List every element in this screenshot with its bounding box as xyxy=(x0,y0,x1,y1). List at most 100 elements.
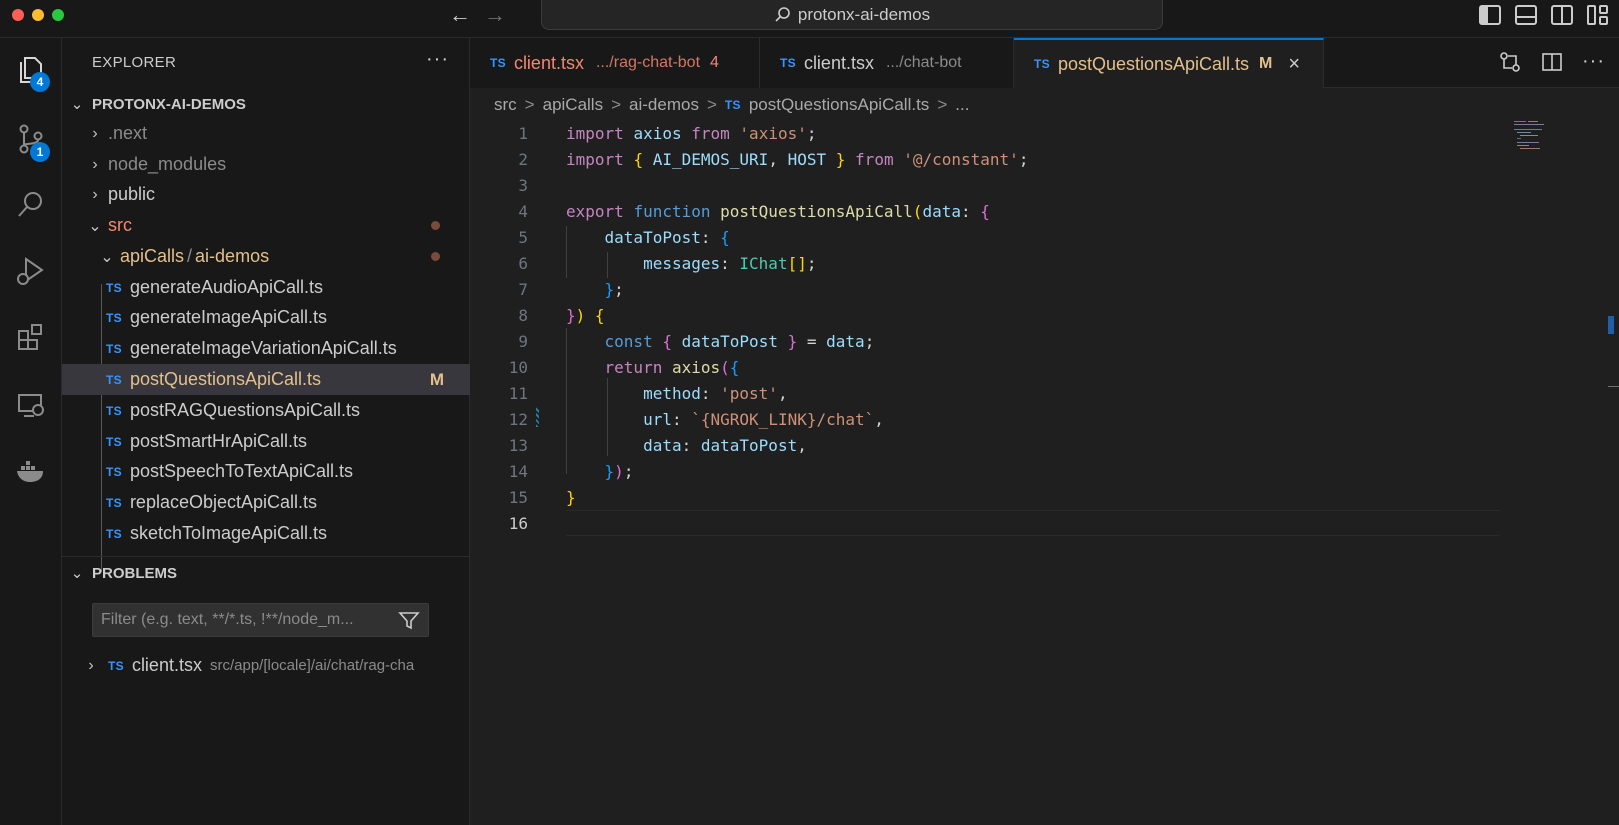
chevron-down-icon: ⌄ xyxy=(70,565,84,582)
extensions-activity-button[interactable] xyxy=(0,306,62,368)
close-tab-icon[interactable]: × xyxy=(1288,53,1300,76)
line-number: 15 xyxy=(508,487,528,507)
code-line: 7 }; xyxy=(470,276,1500,302)
tree-item-label: node_modules xyxy=(108,154,227,174)
typescript-file-icon: TS xyxy=(106,403,122,418)
tree-item-label: apiCalls xyxy=(120,246,185,266)
title-bar: ← → protonx-ai-demos xyxy=(0,0,1619,38)
chevron-right-icon: › xyxy=(92,155,98,173)
search-activity-button[interactable] xyxy=(0,174,62,236)
tab-path: .../rag-chat-bot xyxy=(595,54,701,71)
run-debug-icon xyxy=(17,257,44,285)
tab-client-rag-chat-bot[interactable]: TS client.tsx .../rag-chat-bot 4 xyxy=(470,38,760,88)
editor-tabs: TS client.tsx .../rag-chat-bot 4 TS clie… xyxy=(470,38,1619,88)
tree-item-label: generateAudioApiCall.ts xyxy=(129,277,324,297)
breadcrumb-separator: > xyxy=(706,95,717,114)
toggle-panel-icon[interactable] xyxy=(1515,5,1537,25)
close-window-button[interactable] xyxy=(12,9,24,21)
search-icon xyxy=(775,6,790,22)
tree-item-label: generateImageVariationApiCall.ts xyxy=(129,338,397,358)
tree-item-label: generateImageApiCall.ts xyxy=(129,307,328,327)
tree-file[interactable]: TS postSmartHrApiCall.ts xyxy=(62,426,470,457)
tree-folder-apicalls-ai-demos[interactable]: ⌄ apiCalls / ai-demos xyxy=(62,241,470,272)
code-line: 12 url: `{NGROK_LINK}/chat`, xyxy=(470,406,1500,432)
minimize-window-button[interactable] xyxy=(32,9,44,21)
toggle-primary-sidebar-icon[interactable] xyxy=(1479,5,1501,25)
problem-file-row[interactable]: › TS client.tsx src/app/[locale]/ai/chat… xyxy=(62,650,470,681)
tree-file[interactable]: TS generateAudioApiCall.ts xyxy=(62,272,470,303)
command-center-text: protonx-ai-demos xyxy=(797,4,931,24)
line-number: 5 xyxy=(518,227,528,247)
split-editor-icon[interactable] xyxy=(1540,50,1564,74)
tree-file[interactable]: TS postRAGQuestionsApiCall.ts xyxy=(62,395,470,426)
problems-section-header[interactable]: ⌄ PROBLEMS xyxy=(62,558,470,588)
line-number: 1 xyxy=(518,123,528,143)
line-number: 10 xyxy=(508,357,528,377)
tree-file[interactable]: TS generateImageVariationApiCall.ts xyxy=(62,333,470,364)
filter-icon[interactable] xyxy=(398,610,420,632)
maximize-window-button[interactable] xyxy=(52,9,64,21)
line-number: 14 xyxy=(508,461,528,481)
tree-folder-src[interactable]: ⌄ src xyxy=(62,210,470,241)
tree-file[interactable]: TS sketchToImageApiCall.ts xyxy=(62,518,470,549)
git-modified-gutter-marker xyxy=(536,407,539,427)
tree-folder-next[interactable]: › .next xyxy=(62,118,470,149)
chevron-right-icon: › xyxy=(92,124,98,142)
tree-file[interactable]: TS replaceObjectApiCall.ts xyxy=(62,487,470,518)
tree-item-label: src xyxy=(108,215,132,235)
command-center-search[interactable]: protonx-ai-demos xyxy=(541,0,1163,30)
chevron-down-icon: ⌄ xyxy=(100,248,114,266)
minimap[interactable] xyxy=(1512,120,1562,150)
code-line: 6 messages: IChat[]; xyxy=(470,250,1500,276)
more-actions-icon[interactable]: ··· xyxy=(426,48,449,71)
code-line: 5 dataToPost: { xyxy=(470,224,1500,250)
forward-arrow-icon[interactable]: → xyxy=(484,4,506,26)
tree-folder-public[interactable]: › public xyxy=(62,179,470,210)
line-number: 9 xyxy=(518,331,528,351)
problems-filter-input[interactable] xyxy=(101,611,391,629)
code-line: 3 xyxy=(470,172,1500,198)
more-actions-icon[interactable]: ··· xyxy=(1582,50,1605,74)
breadcrumb-item[interactable]: postQuestionsApiCall.ts xyxy=(749,95,929,115)
compact-folder-separator: / xyxy=(187,246,193,266)
back-arrow-icon[interactable]: ← xyxy=(449,4,471,26)
scrollbar-cursor-marker xyxy=(1608,386,1619,387)
docker-activity-button[interactable] xyxy=(0,440,62,502)
remote-explorer-activity-button[interactable] xyxy=(0,374,62,436)
tree-item-label: postRAGQuestionsApiCall.ts xyxy=(129,400,361,420)
toggle-secondary-sidebar-icon[interactable] xyxy=(1551,5,1573,25)
problems-filter[interactable] xyxy=(92,603,429,637)
tree-item-label: .next xyxy=(108,123,148,143)
breadcrumb-item[interactable]: src xyxy=(494,95,517,115)
source-control-activity-button[interactable]: 1 xyxy=(0,108,62,170)
tree-file[interactable]: TS postSpeechToTextApiCall.ts xyxy=(62,456,470,487)
workspace-root[interactable]: ⌄ PROTONX-AI-DEMOS xyxy=(62,89,470,119)
docker-icon xyxy=(17,461,43,482)
breadcrumb-item[interactable]: ... xyxy=(955,95,969,115)
line-number: 6 xyxy=(518,253,528,273)
line-number: 11 xyxy=(508,383,528,403)
typescript-file-icon: TS xyxy=(106,310,122,325)
tab-path: .../chat-bot xyxy=(885,54,962,71)
customize-layout-icon[interactable] xyxy=(1587,5,1609,25)
code-line: 11 method: 'post', xyxy=(470,380,1500,406)
run-debug-activity-button[interactable] xyxy=(0,240,62,302)
tree-file-selected[interactable]: TS postQuestionsApiCall.ts M xyxy=(62,364,470,395)
typescript-file-icon: TS xyxy=(490,56,506,70)
explorer-activity-button[interactable]: 4 xyxy=(0,38,62,100)
tab-post-questions-api-call[interactable]: TS postQuestionsApiCall.ts M × xyxy=(1014,38,1324,88)
open-changes-icon[interactable] xyxy=(1498,50,1522,74)
tab-client-chat-bot[interactable]: TS client.tsx .../chat-bot xyxy=(760,38,1014,88)
breadcrumb-item[interactable]: ai-demos xyxy=(629,95,699,115)
code-line: 14 }); xyxy=(470,458,1500,484)
tree-item-label-secondary: ai-demos xyxy=(195,246,270,266)
line-number: 7 xyxy=(518,279,528,299)
tree-folder-node-modules[interactable]: › node_modules xyxy=(62,149,470,180)
typescript-file-icon: TS xyxy=(106,280,122,295)
code-line: 1 import axios from 'axios'; xyxy=(470,120,1500,146)
code-line-current: 16 xyxy=(470,510,1500,536)
line-number: 8 xyxy=(518,305,528,325)
tree-file[interactable]: TS generateImageApiCall.ts xyxy=(62,302,470,333)
breadcrumb-item[interactable]: apiCalls xyxy=(543,95,603,115)
code-line: 4 export function postQuestionsApiCall(d… xyxy=(470,198,1500,224)
